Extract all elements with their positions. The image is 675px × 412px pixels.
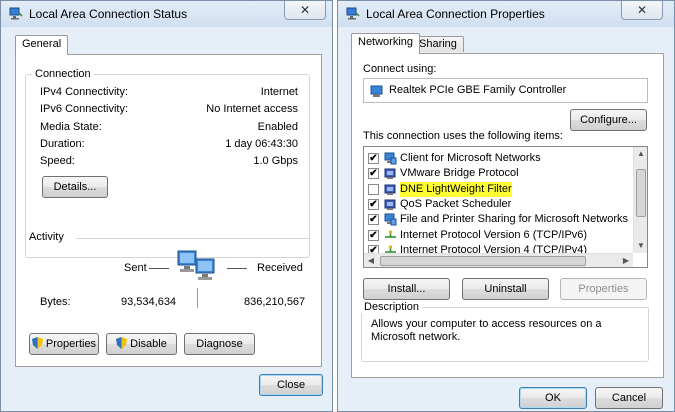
items-label: This connection uses the following items… [363, 130, 563, 142]
activity-divider [76, 238, 310, 239]
ok-button[interactable]: OK [519, 387, 587, 409]
properties-window: Local Area Connection Properties ✕ Netwo… [337, 0, 675, 412]
configure-button[interactable]: Configure... [570, 109, 647, 131]
description-text: Allows your computer to access resources… [371, 318, 602, 343]
network-client-icon [384, 213, 397, 226]
status-window-title: Local Area Connection Status [29, 7, 188, 21]
description-line [422, 307, 649, 308]
scroll-up-arrow[interactable]: ▲ [634, 147, 647, 161]
horizontal-scrollbar[interactable]: ◀ ▶ [364, 253, 633, 267]
activity-label: Activity [27, 231, 66, 243]
status-window: Local Area Connection Status ✕ General C… [0, 0, 333, 412]
component-checkbox[interactable]: ✔ [368, 153, 379, 164]
diagnose-button[interactable]: Diagnose [184, 333, 255, 355]
bytes-received-value: 836,210,567 [244, 296, 306, 308]
sent-line [149, 268, 169, 269]
properties-close-icon[interactable]: ✕ [621, 1, 663, 20]
scroll-left-arrow[interactable]: ◀ [364, 254, 378, 267]
scroll-right-arrow[interactable]: ▶ [619, 254, 633, 267]
component-properties-button[interactable]: Properties [560, 278, 647, 300]
speed-value: 1.0 Gbps [253, 155, 298, 167]
adapter-name: Realtek PCIe GBE Family Controller [389, 84, 567, 96]
properties-window-title: Local Area Connection Properties [366, 7, 545, 21]
scroll-down-arrow[interactable]: ▼ [634, 239, 647, 253]
component-checkbox[interactable] [368, 183, 379, 195]
bytes-sent-value: 93,534,634 [121, 296, 177, 308]
install-button[interactable]: Install... [363, 278, 450, 300]
cancel-button[interactable]: Cancel [595, 387, 663, 409]
ipv6-value: No Internet access [206, 103, 298, 115]
tab-general[interactable]: General [15, 35, 69, 55]
component-label: File and Printer Sharing for Microsoft N… [400, 213, 629, 226]
network-service-icon [384, 167, 397, 180]
network-connection-icon [9, 7, 23, 20]
component-label: DNE LightWeight Filter [400, 181, 512, 197]
list-item[interactable]: ✔ QoS Packet Scheduler [364, 197, 632, 212]
ipv4-value: Internet [260, 86, 298, 98]
protocol-icon [384, 229, 397, 242]
properties-tab-panel: Connect using: Realtek PCIe GBE Family C… [351, 53, 664, 378]
connect-using-label: Connect using: [363, 63, 437, 75]
disable-button[interactable]: Disable [106, 333, 177, 355]
network-connection-icon [346, 7, 360, 20]
shield-icon [31, 337, 43, 349]
adapter-box: Realtek PCIe GBE Family Controller [363, 78, 648, 103]
duration-value: 1 day 06:43:30 [225, 138, 298, 150]
ipv6-label: IPv6 Connectivity: [40, 103, 129, 115]
description-label: Description [361, 301, 423, 313]
status-titlebar[interactable]: Local Area Connection Status ✕ [1, 1, 332, 27]
status-close-icon[interactable]: ✕ [284, 1, 326, 20]
component-label: QoS Packet Scheduler [400, 197, 512, 210]
uninstall-button[interactable]: Uninstall [462, 278, 549, 300]
status-tab-panel: Connection IPv4 Connectivity: Internet I… [15, 54, 322, 367]
horizontal-scroll-thumb[interactable] [380, 256, 586, 266]
duration-label: Duration: [40, 138, 85, 150]
component-label: VMware Bridge Protocol [400, 167, 519, 180]
network-adapter-icon [370, 85, 383, 97]
vertical-scrollbar[interactable]: ▲ ▼ [633, 147, 647, 253]
component-label: Internet Protocol Version 6 (TCP/IPv6) [400, 228, 588, 241]
network-activity-icon [177, 250, 215, 280]
media-state-value: Enabled [257, 121, 298, 133]
speed-label: Speed: [40, 155, 75, 167]
component-checkbox[interactable]: ✔ [368, 168, 379, 180]
received-line [227, 268, 247, 269]
network-service-icon [384, 198, 397, 211]
list-item[interactable]: ✔ VMware Bridge Protocol [364, 166, 632, 181]
properties-button[interactable]: Properties [29, 333, 99, 355]
ipv4-label: IPv4 Connectivity: [40, 86, 129, 98]
network-client-icon [384, 152, 397, 165]
media-state-label: Media State: [40, 121, 102, 133]
list-item[interactable]: ✔ Client for Microsoft Networks [364, 151, 632, 166]
activity-group [25, 238, 310, 322]
bytes-label: Bytes: [40, 296, 71, 308]
vertical-scroll-thumb[interactable] [636, 169, 646, 217]
components-list[interactable]: ✔ Client for Microsoft Networks ✔ VMware Br… [363, 146, 648, 268]
network-service-icon [384, 183, 397, 196]
shield-icon [116, 337, 128, 349]
list-item[interactable]: ✔ File and Printer Sharing for Microsoft … [364, 212, 632, 227]
close-button[interactable]: Close [259, 374, 323, 396]
properties-titlebar[interactable]: Local Area Connection Properties ✕ [338, 1, 674, 27]
disable-button-label: Disable [130, 338, 167, 350]
list-item[interactable]: DNE LightWeight Filter [364, 181, 632, 197]
received-label: Received [257, 262, 303, 274]
activity-separator [197, 288, 198, 308]
sent-label: Sent [124, 262, 147, 274]
list-item[interactable]: ✔ Internet Protocol Version 6 (TCP/IPv6) [364, 228, 632, 243]
tab-networking[interactable]: Networking [351, 33, 421, 54]
connection-label: Connection [32, 68, 94, 80]
details-button[interactable]: Details... [42, 176, 108, 198]
component-checkbox[interactable]: ✔ [368, 198, 379, 210]
component-label: Client for Microsoft Networks [400, 152, 541, 164]
component-checkbox[interactable]: ✔ [368, 214, 379, 226]
component-checkbox[interactable]: ✔ [368, 229, 379, 241]
properties-button-label: Properties [45, 338, 97, 350]
